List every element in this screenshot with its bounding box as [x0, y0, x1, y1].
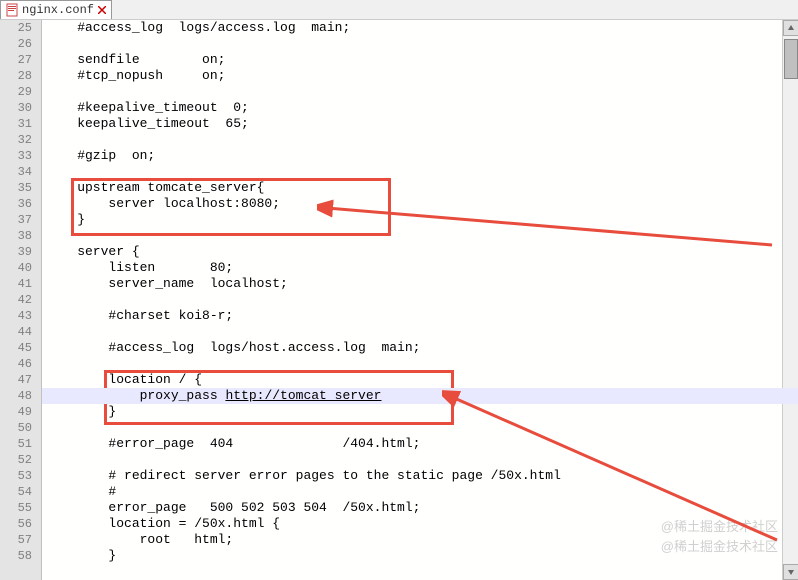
code-line: #charset koi8-r; [42, 308, 798, 324]
code-line [42, 228, 798, 244]
close-icon[interactable] [97, 5, 107, 15]
code-line: } [42, 212, 798, 228]
code-line: location = /50x.html { [42, 516, 798, 532]
line-number: 56 [0, 516, 42, 532]
line-number: 41 [0, 276, 42, 292]
code-line: error_page 500 502 503 504 /50x.html; [42, 500, 798, 516]
code-line: #tcp_nopush on; [42, 68, 798, 84]
line-number: 58 [0, 548, 42, 564]
line-number: 48 [0, 388, 42, 404]
code-area[interactable]: @稀土掘金技术社区 @稀土掘金技术社区 #access_log logs/acc… [42, 20, 798, 580]
code-line: server { [42, 244, 798, 260]
tab-name: nginx.conf [22, 3, 94, 17]
line-number: 28 [0, 68, 42, 84]
code-line: upstream tomcate_server{ [42, 180, 798, 196]
line-number: 31 [0, 116, 42, 132]
line-number: 25 [0, 20, 42, 36]
line-number: 50 [0, 420, 42, 436]
code-line [42, 84, 798, 100]
line-number: 39 [0, 244, 42, 260]
line-number-gutter: 2526272829303132333435363738394041424344… [0, 20, 42, 580]
line-number: 35 [0, 180, 42, 196]
code-line: # redirect server error pages to the sta… [42, 468, 798, 484]
line-number: 47 [0, 372, 42, 388]
code-line [42, 292, 798, 308]
file-icon [5, 3, 19, 17]
editor: 2526272829303132333435363738394041424344… [0, 20, 798, 580]
code-line: keepalive_timeout 65; [42, 116, 798, 132]
code-line [42, 164, 798, 180]
line-number: 52 [0, 452, 42, 468]
line-number: 33 [0, 148, 42, 164]
line-number: 51 [0, 436, 42, 452]
code-line: #keepalive_timeout 0; [42, 100, 798, 116]
code-line [42, 452, 798, 468]
code-line [42, 324, 798, 340]
code-line: # [42, 484, 798, 500]
line-number: 43 [0, 308, 42, 324]
line-number: 30 [0, 100, 42, 116]
code-line: proxy_pass http://tomcat_server [42, 388, 798, 404]
line-number: 38 [0, 228, 42, 244]
url-text: http://tomcat_server [225, 388, 381, 403]
line-number: 26 [0, 36, 42, 52]
line-number: 29 [0, 84, 42, 100]
code-line: server_name localhost; [42, 276, 798, 292]
line-number: 44 [0, 324, 42, 340]
line-number: 46 [0, 356, 42, 372]
code-line: #error_page 404 /404.html; [42, 436, 798, 452]
line-number: 36 [0, 196, 42, 212]
code-line [42, 356, 798, 372]
line-number: 45 [0, 340, 42, 356]
code-line: } [42, 404, 798, 420]
tab-bar: nginx.conf [0, 0, 798, 20]
code-line: sendfile on; [42, 52, 798, 68]
code-line: listen 80; [42, 260, 798, 276]
line-number: 40 [0, 260, 42, 276]
line-number: 54 [0, 484, 42, 500]
line-number: 37 [0, 212, 42, 228]
code-line: #gzip on; [42, 148, 798, 164]
line-number: 27 [0, 52, 42, 68]
code-line [42, 132, 798, 148]
line-number: 57 [0, 532, 42, 548]
code-line [42, 36, 798, 52]
scroll-down-icon[interactable] [783, 564, 798, 580]
line-number: 55 [0, 500, 42, 516]
code-line: server localhost:8080; [42, 196, 798, 212]
line-number: 32 [0, 132, 42, 148]
code-line: root html; [42, 532, 798, 548]
line-number: 34 [0, 164, 42, 180]
code-line: #access_log logs/host.access.log main; [42, 340, 798, 356]
code-line [42, 420, 798, 436]
code-line: location / { [42, 372, 798, 388]
file-tab[interactable]: nginx.conf [0, 0, 112, 19]
line-number: 49 [0, 404, 42, 420]
code-line: #access_log logs/access.log main; [42, 20, 798, 36]
code-line: } [42, 548, 798, 564]
line-number: 42 [0, 292, 42, 308]
line-number: 53 [0, 468, 42, 484]
